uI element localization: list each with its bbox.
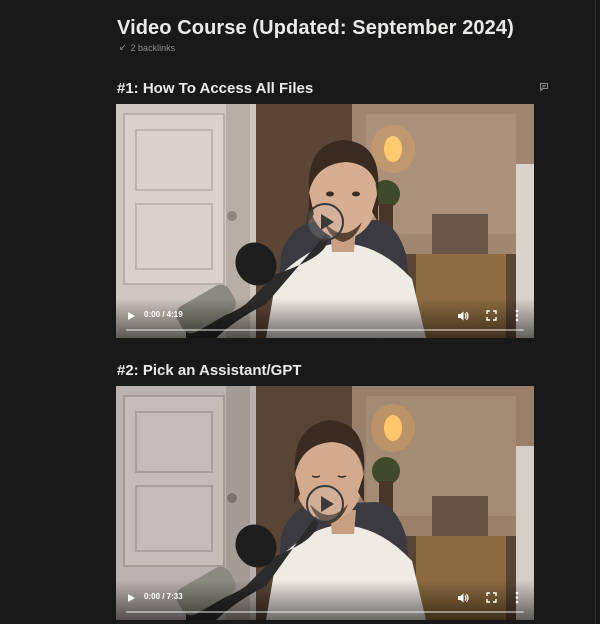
volume-icon[interactable] — [457, 310, 469, 322]
progress-bar-2[interactable] — [126, 611, 524, 613]
video-time-2: 0:00 / 7:33 — [144, 592, 183, 601]
scrollbar-edge — [595, 0, 596, 624]
arrow-down-left-icon: ↙ — [119, 42, 127, 52]
play-icon[interactable] — [126, 593, 136, 603]
fullscreen-icon[interactable] — [486, 310, 497, 321]
comment-icon[interactable] — [539, 82, 549, 92]
video-heading-2: #2: Pick an Assistant/GPT — [117, 362, 302, 379]
video-controls-2: 0:00 / 7:33 — [116, 580, 534, 620]
page: Video Course (Updated: September 2024) ↙… — [0, 0, 600, 624]
volume-icon[interactable] — [457, 592, 469, 604]
play-overlay-icon[interactable] — [305, 484, 345, 524]
progress-bar-1[interactable] — [126, 329, 524, 331]
page-title: Video Course (Updated: September 2024) — [117, 17, 514, 39]
more-options-icon[interactable] — [514, 309, 520, 322]
backlinks-label: 2 backlinks — [130, 42, 176, 53]
play-icon[interactable] — [126, 311, 136, 321]
more-options-icon[interactable] — [514, 591, 520, 604]
video-player-2[interactable]: 0:00 / 7:33 — [116, 386, 534, 620]
backlinks-link[interactable]: ↙ 2 backlinks — [119, 42, 175, 53]
fullscreen-icon[interactable] — [486, 592, 497, 603]
play-overlay-icon[interactable] — [305, 202, 345, 242]
video-time-1: 0:00 / 4:19 — [144, 310, 183, 319]
video-heading-1: #1: How To Access All Files — [117, 80, 314, 97]
video-player-1[interactable]: 0:00 / 4:19 — [116, 104, 534, 338]
video-controls-1: 0:00 / 4:19 — [116, 298, 534, 338]
